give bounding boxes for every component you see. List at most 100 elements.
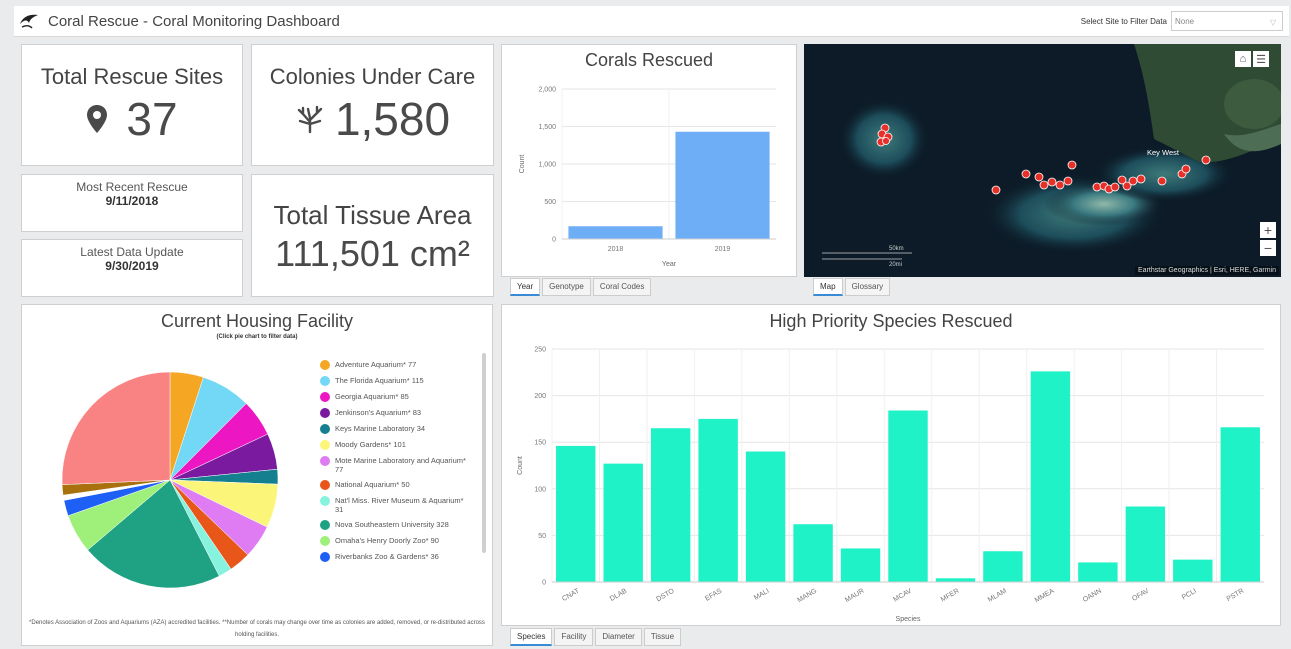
y-tick-label: 1,000: [538, 162, 556, 169]
map-zoom-out-button[interactable]: −: [1260, 240, 1276, 256]
x-tick-label: MAUR: [844, 588, 865, 604]
y-axis-label: Count: [519, 155, 526, 174]
tab-facility[interactable]: Facility: [554, 628, 594, 646]
bar-pstr[interactable]: [1220, 427, 1260, 582]
legend-item[interactable]: Riverbanks Zoo & Gardens* 36: [320, 552, 470, 562]
y-tick-label: 100: [534, 486, 546, 493]
site-filter-dropdown[interactable]: None ▽: [1171, 11, 1283, 31]
housing-facility-title: Current Housing Facility: [160, 311, 354, 331]
legend-label: Nat'l Miss. River Museum & Aquarium* 31: [335, 496, 464, 514]
bar-mlam[interactable]: [983, 551, 1023, 582]
x-tick-label: MLAM: [987, 588, 1008, 604]
bar-dlab[interactable]: [603, 463, 643, 582]
bar-cnat[interactable]: [556, 445, 596, 582]
map-scale-mi: 20mi: [889, 262, 902, 268]
legend-item[interactable]: Jenkinson's Aquarium* 83: [320, 408, 470, 418]
legend-swatch: [320, 552, 330, 562]
legend-swatch: [320, 496, 330, 506]
legend-item[interactable]: Adventure Aquarium* 77: [320, 360, 470, 370]
legend-item[interactable]: Georgia Aquarium* 85: [320, 392, 470, 402]
bar-oann[interactable]: [1078, 562, 1118, 582]
x-axis-label: Species: [896, 616, 921, 623]
total-rescue-sites-title: Total Rescue Sites: [40, 64, 224, 89]
tab-coral-codes[interactable]: Coral Codes: [592, 278, 652, 296]
site-filter: Select Site to Filter Data None ▽: [1081, 11, 1283, 31]
x-tick-label: MMEA: [1034, 588, 1056, 605]
legend-item[interactable]: The Florida Aquarium* 115: [320, 376, 470, 386]
legend-item[interactable]: Nat'l Miss. River Museum & Aquarium* 31: [320, 496, 470, 514]
legend-item[interactable]: National Aquarium* 50: [320, 480, 470, 490]
legend-swatch: [320, 360, 330, 370]
total-rescue-sites-card: Total Rescue Sites 37: [21, 44, 243, 166]
pie-slice[interactable]: [61, 371, 171, 485]
corals-rescued-chart[interactable]: 0 500 1,000 1,500 2,000 2018 2019 Year Count: [502, 75, 796, 275]
bar-mcav[interactable]: [888, 410, 928, 582]
species-chart[interactable]: 0 50 100 150 200 250 CNAT DLAB DSTO EFAS MALI MANG M…: [502, 339, 1280, 624]
tab-genotype[interactable]: Genotype: [542, 278, 591, 296]
y-axis-label: Count: [517, 456, 524, 475]
site-filter-value: None: [1175, 17, 1195, 26]
bar-ofav[interactable]: [1125, 506, 1166, 582]
app-title: Coral Rescue - Coral Monitoring Dashboar…: [48, 12, 340, 30]
legend-item[interactable]: Nova Southeastern University 328: [320, 520, 470, 530]
coral-logo-icon: [20, 14, 38, 29]
rescue-sites-map[interactable]: Key West 50km 20mi ⌂ ☰ + − Earthstar Geo…: [804, 44, 1281, 277]
legend-label: Nova Southeastern University 328: [335, 520, 449, 529]
map-place-label: Key West: [1147, 148, 1180, 157]
x-tick-label: DSTO: [655, 587, 676, 603]
x-tick-label: 2018: [608, 246, 624, 253]
x-tick-label: CNAT: [561, 587, 581, 603]
legend-label: Adventure Aquarium* 77: [335, 360, 417, 369]
bar-mang[interactable]: [793, 524, 833, 582]
y-tick-label: 50: [538, 533, 546, 540]
tab-glossary[interactable]: Glossary: [844, 278, 891, 296]
bar-dsto[interactable]: [650, 428, 691, 582]
total-tissue-area-value: 111,501 cm²: [275, 233, 470, 274]
total-rescue-sites-row: 37: [22, 92, 242, 146]
colonies-under-care-title: Colonies Under Care: [269, 64, 476, 89]
legend-scrollbar[interactable]: [482, 353, 486, 553]
app-header: Coral Rescue - Coral Monitoring Dashboar…: [14, 6, 1289, 37]
housing-facility-pie[interactable]: [50, 360, 290, 600]
species-chart-title: High Priority Species Rescued: [769, 311, 1013, 331]
tab-diameter[interactable]: Diameter: [595, 628, 642, 646]
map-canvas[interactable]: Key West 50km 20mi: [804, 44, 1281, 277]
colonies-under-care-card: Colonies Under Care 1,580: [251, 44, 494, 166]
legend-item[interactable]: Mote Marine Laboratory and Aquarium* 77: [320, 456, 470, 474]
map-home-button[interactable]: ⌂: [1235, 51, 1251, 67]
bar-2019[interactable]: [675, 131, 770, 239]
x-tick-label: MALI: [753, 588, 771, 602]
chevron-down-icon: ▽: [1270, 18, 1277, 27]
legend-swatch: [320, 456, 330, 466]
bar-2018[interactable]: [568, 226, 663, 239]
corals-rescued-title: Corals Rescued: [584, 50, 714, 70]
bar-maur[interactable]: [840, 548, 881, 582]
bar-mfer[interactable]: [935, 578, 976, 582]
bar-mmea[interactable]: [1030, 371, 1071, 582]
legend-swatch: [320, 440, 330, 450]
latest-data-update-label: Latest Data Update: [80, 245, 184, 259]
map-pin-icon: [87, 105, 108, 133]
coral-icon: [297, 105, 323, 134]
bar-mali[interactable]: [745, 451, 786, 582]
y-tick-label: 250: [534, 347, 546, 354]
tab-map[interactable]: Map: [813, 278, 843, 296]
x-tick-label: OANN: [1082, 588, 1103, 604]
map-zoom-in-button[interactable]: +: [1260, 222, 1276, 238]
x-tick-label: EFAS: [704, 588, 723, 603]
legend-label: Omaha's Henry Doorly Zoo* 90: [335, 536, 439, 545]
tab-tissue[interactable]: Tissue: [643, 628, 682, 646]
y-tick-label: 0: [542, 580, 546, 587]
bar-pcli[interactable]: [1173, 559, 1213, 582]
legend-item[interactable]: Moody Gardens* 101: [320, 440, 470, 450]
most-recent-rescue-card: Most Recent Rescue 9/11/2018: [21, 174, 243, 232]
legend-label: Moody Gardens* 101: [335, 440, 406, 449]
map-layers-button[interactable]: ☰: [1253, 51, 1269, 67]
legend-item[interactable]: Omaha's Henry Doorly Zoo* 90: [320, 536, 470, 546]
bar-efas[interactable]: [698, 418, 738, 582]
legend-label: Mote Marine Laboratory and Aquarium* 77: [335, 456, 466, 474]
legend-item[interactable]: Keys Marine Laboratory 34: [320, 424, 470, 434]
tab-species[interactable]: Species: [510, 628, 553, 646]
y-tick-label: 150: [534, 440, 546, 447]
tab-year[interactable]: Year: [510, 278, 541, 296]
